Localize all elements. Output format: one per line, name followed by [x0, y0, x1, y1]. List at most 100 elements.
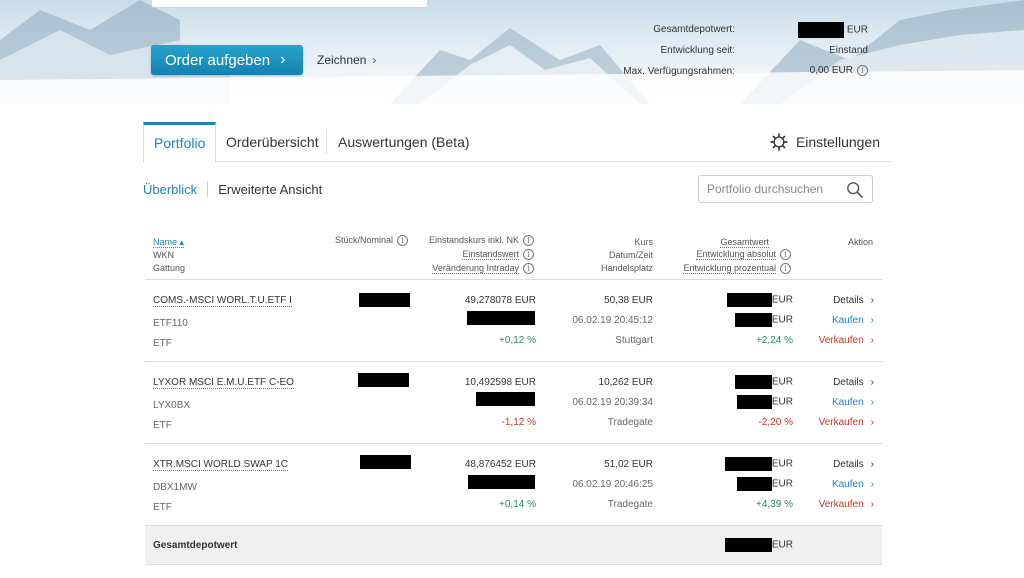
- purchase-price: 48,876452 EUR: [464, 459, 536, 470]
- col-header-veraenderung: Veränderung Intraday i: [432, 262, 534, 275]
- buy-link[interactable]: Kaufen ›: [832, 397, 874, 408]
- table-row: XTR.MSCI WORLD SWAP 1C DBX1MW ETF 48,876…: [145, 444, 882, 526]
- info-icon[interactable]: i: [523, 235, 534, 247]
- purchase-price: 49,278078 EUR: [464, 295, 536, 306]
- abs-change: EUR: [736, 395, 793, 409]
- redacted-value: [726, 293, 772, 307]
- redacted-value: [724, 457, 772, 471]
- details-link[interactable]: Details ›: [833, 459, 874, 470]
- redacted-purchase-value: [476, 392, 535, 406]
- sell-link[interactable]: Verkaufen ›: [819, 499, 874, 510]
- info-icon[interactable]: i: [523, 249, 534, 261]
- exchange: Tradegate: [607, 499, 653, 510]
- redacted-quantity: [358, 373, 409, 387]
- total-value: EUR: [724, 457, 793, 471]
- portfolio-table: Name ▴ WKN Gattung Stück/Nominal i Einsta…: [145, 230, 882, 565]
- security-type: ETF: [153, 338, 172, 349]
- max-label: Max. Verfügungsrahmen:: [623, 66, 735, 77]
- pct-change: -2,20 %: [758, 417, 793, 428]
- info-icon[interactable]: i: [780, 263, 791, 275]
- portfolio-search: [698, 175, 873, 203]
- chevron-right-icon: ›: [280, 51, 286, 68]
- abs-change: EUR: [734, 313, 793, 327]
- order-button[interactable]: Order aufgeben ›: [151, 45, 303, 75]
- header-banner: Order aufgeben › Zeichnen › Gesamtdepotwe…: [0, 0, 1024, 104]
- col-header-aktion: Aktion: [847, 237, 873, 247]
- tab-portfolio[interactable]: Portfolio: [143, 122, 217, 163]
- tab-auswertungen[interactable]: Auswertungen (Beta): [328, 122, 480, 162]
- price: 10,262 EUR: [598, 377, 653, 388]
- info-icon[interactable]: i: [523, 263, 534, 275]
- info-icon[interactable]: i: [857, 65, 868, 76]
- search-icon[interactable]: [846, 181, 864, 199]
- draw-link[interactable]: Zeichnen ›: [317, 53, 376, 67]
- tab-orderuebersicht[interactable]: Orderübersicht: [216, 122, 329, 162]
- portfolio-search-input[interactable]: [707, 182, 847, 196]
- chevron-right-icon: ›: [870, 295, 874, 306]
- chevron-right-icon: ›: [870, 417, 874, 428]
- total-value: EUR: [726, 293, 793, 307]
- tab-bar: Portfolio Orderübersicht Auswertungen (B…: [143, 122, 890, 163]
- redacted-purchase-value: [468, 475, 535, 489]
- view-extended[interactable]: Erweiterte Ansicht: [218, 182, 322, 197]
- table-row: COMS.-MSCI WORL.T.U.ETF I ETF110 ETF 49,…: [145, 280, 882, 362]
- intraday-change: +0,12 %: [499, 335, 536, 346]
- total-value: EUR: [798, 22, 868, 38]
- details-link[interactable]: Details ›: [833, 377, 874, 388]
- intraday-change: +0,14 %: [499, 499, 536, 510]
- draw-link-label: Zeichnen: [317, 53, 367, 67]
- chevron-right-icon: ›: [870, 377, 874, 388]
- divider: [207, 181, 209, 197]
- redacted-value: [736, 477, 772, 491]
- chevron-right-icon: ›: [870, 335, 874, 346]
- redacted-purchase-value: [467, 311, 535, 325]
- price-datetime: 06.02.19 20:46:25: [572, 479, 653, 490]
- purchase-price: 10,492598 EUR: [464, 377, 536, 388]
- redacted-quantity: [359, 293, 410, 307]
- col-header-entw-abs: Entwicklung absolut i: [696, 248, 791, 261]
- redacted-value: [734, 313, 772, 327]
- total-row-value: EUR: [724, 538, 793, 552]
- price: 50,38 EUR: [604, 295, 653, 306]
- top-search-field[interactable]: [151, 0, 428, 8]
- redacted-value: [798, 22, 845, 38]
- price-datetime: 06.02.19 20:45:12: [572, 315, 653, 326]
- security-name[interactable]: LYXOR MSCI E.M.U.ETF C-EO: [153, 377, 294, 389]
- security-name[interactable]: COMS.-MSCI WORL.T.U.ETF I: [153, 295, 292, 307]
- price-datetime: 06.02.19 20:39:34: [572, 397, 653, 408]
- total-currency: EUR: [846, 24, 868, 36]
- chevron-right-icon: ›: [870, 479, 874, 490]
- intraday-change: -1,12 %: [501, 417, 536, 428]
- security-name[interactable]: XTR.MSCI WORLD SWAP 1C: [153, 459, 289, 471]
- view-overview[interactable]: Überblick: [143, 182, 197, 197]
- security-wkn: ETF110: [153, 318, 188, 329]
- details-link[interactable]: Details ›: [833, 295, 874, 306]
- abs-change: EUR: [736, 477, 793, 491]
- sell-link[interactable]: Verkaufen ›: [819, 417, 874, 428]
- max-value: 0,00 EUR i: [810, 65, 868, 76]
- buy-link[interactable]: Kaufen ›: [832, 479, 874, 490]
- col-header-einstandswert: Einstandswert i: [462, 248, 534, 261]
- col-header-gattung: Gattung: [153, 263, 186, 273]
- since-label: Entwicklung seit:: [660, 45, 735, 56]
- table-header: Name ▴ WKN Gattung Stück/Nominal i Einsta…: [145, 230, 882, 280]
- chevron-right-icon: ›: [870, 459, 874, 470]
- col-header-einstandskurs: Einstandskurs inkl. NK i: [429, 234, 534, 247]
- pct-change: +4,39 %: [756, 499, 793, 510]
- security-type: ETF: [153, 502, 172, 513]
- info-icon[interactable]: i: [780, 249, 791, 261]
- security-wkn: LYX0BX: [153, 400, 191, 411]
- redacted-quantity: [360, 455, 411, 469]
- chevron-right-icon: ›: [870, 315, 874, 326]
- sell-link[interactable]: Verkaufen ›: [819, 335, 874, 346]
- buy-link[interactable]: Kaufen ›: [832, 315, 874, 326]
- info-icon[interactable]: i: [397, 235, 408, 247]
- chevron-right-icon: ›: [870, 499, 874, 510]
- view-switch: Überblick Erweiterte Ansicht: [143, 181, 322, 197]
- col-header-entw-proz: Entwicklung prozentual i: [683, 262, 791, 275]
- redacted-value: [734, 375, 772, 389]
- settings-button[interactable]: Einstellungen: [770, 122, 880, 162]
- col-header-kurs: Kurs: [634, 237, 653, 247]
- col-header-stueck: Stück/Nominal i: [335, 234, 408, 247]
- col-header-name[interactable]: Name ▴: [153, 236, 185, 249]
